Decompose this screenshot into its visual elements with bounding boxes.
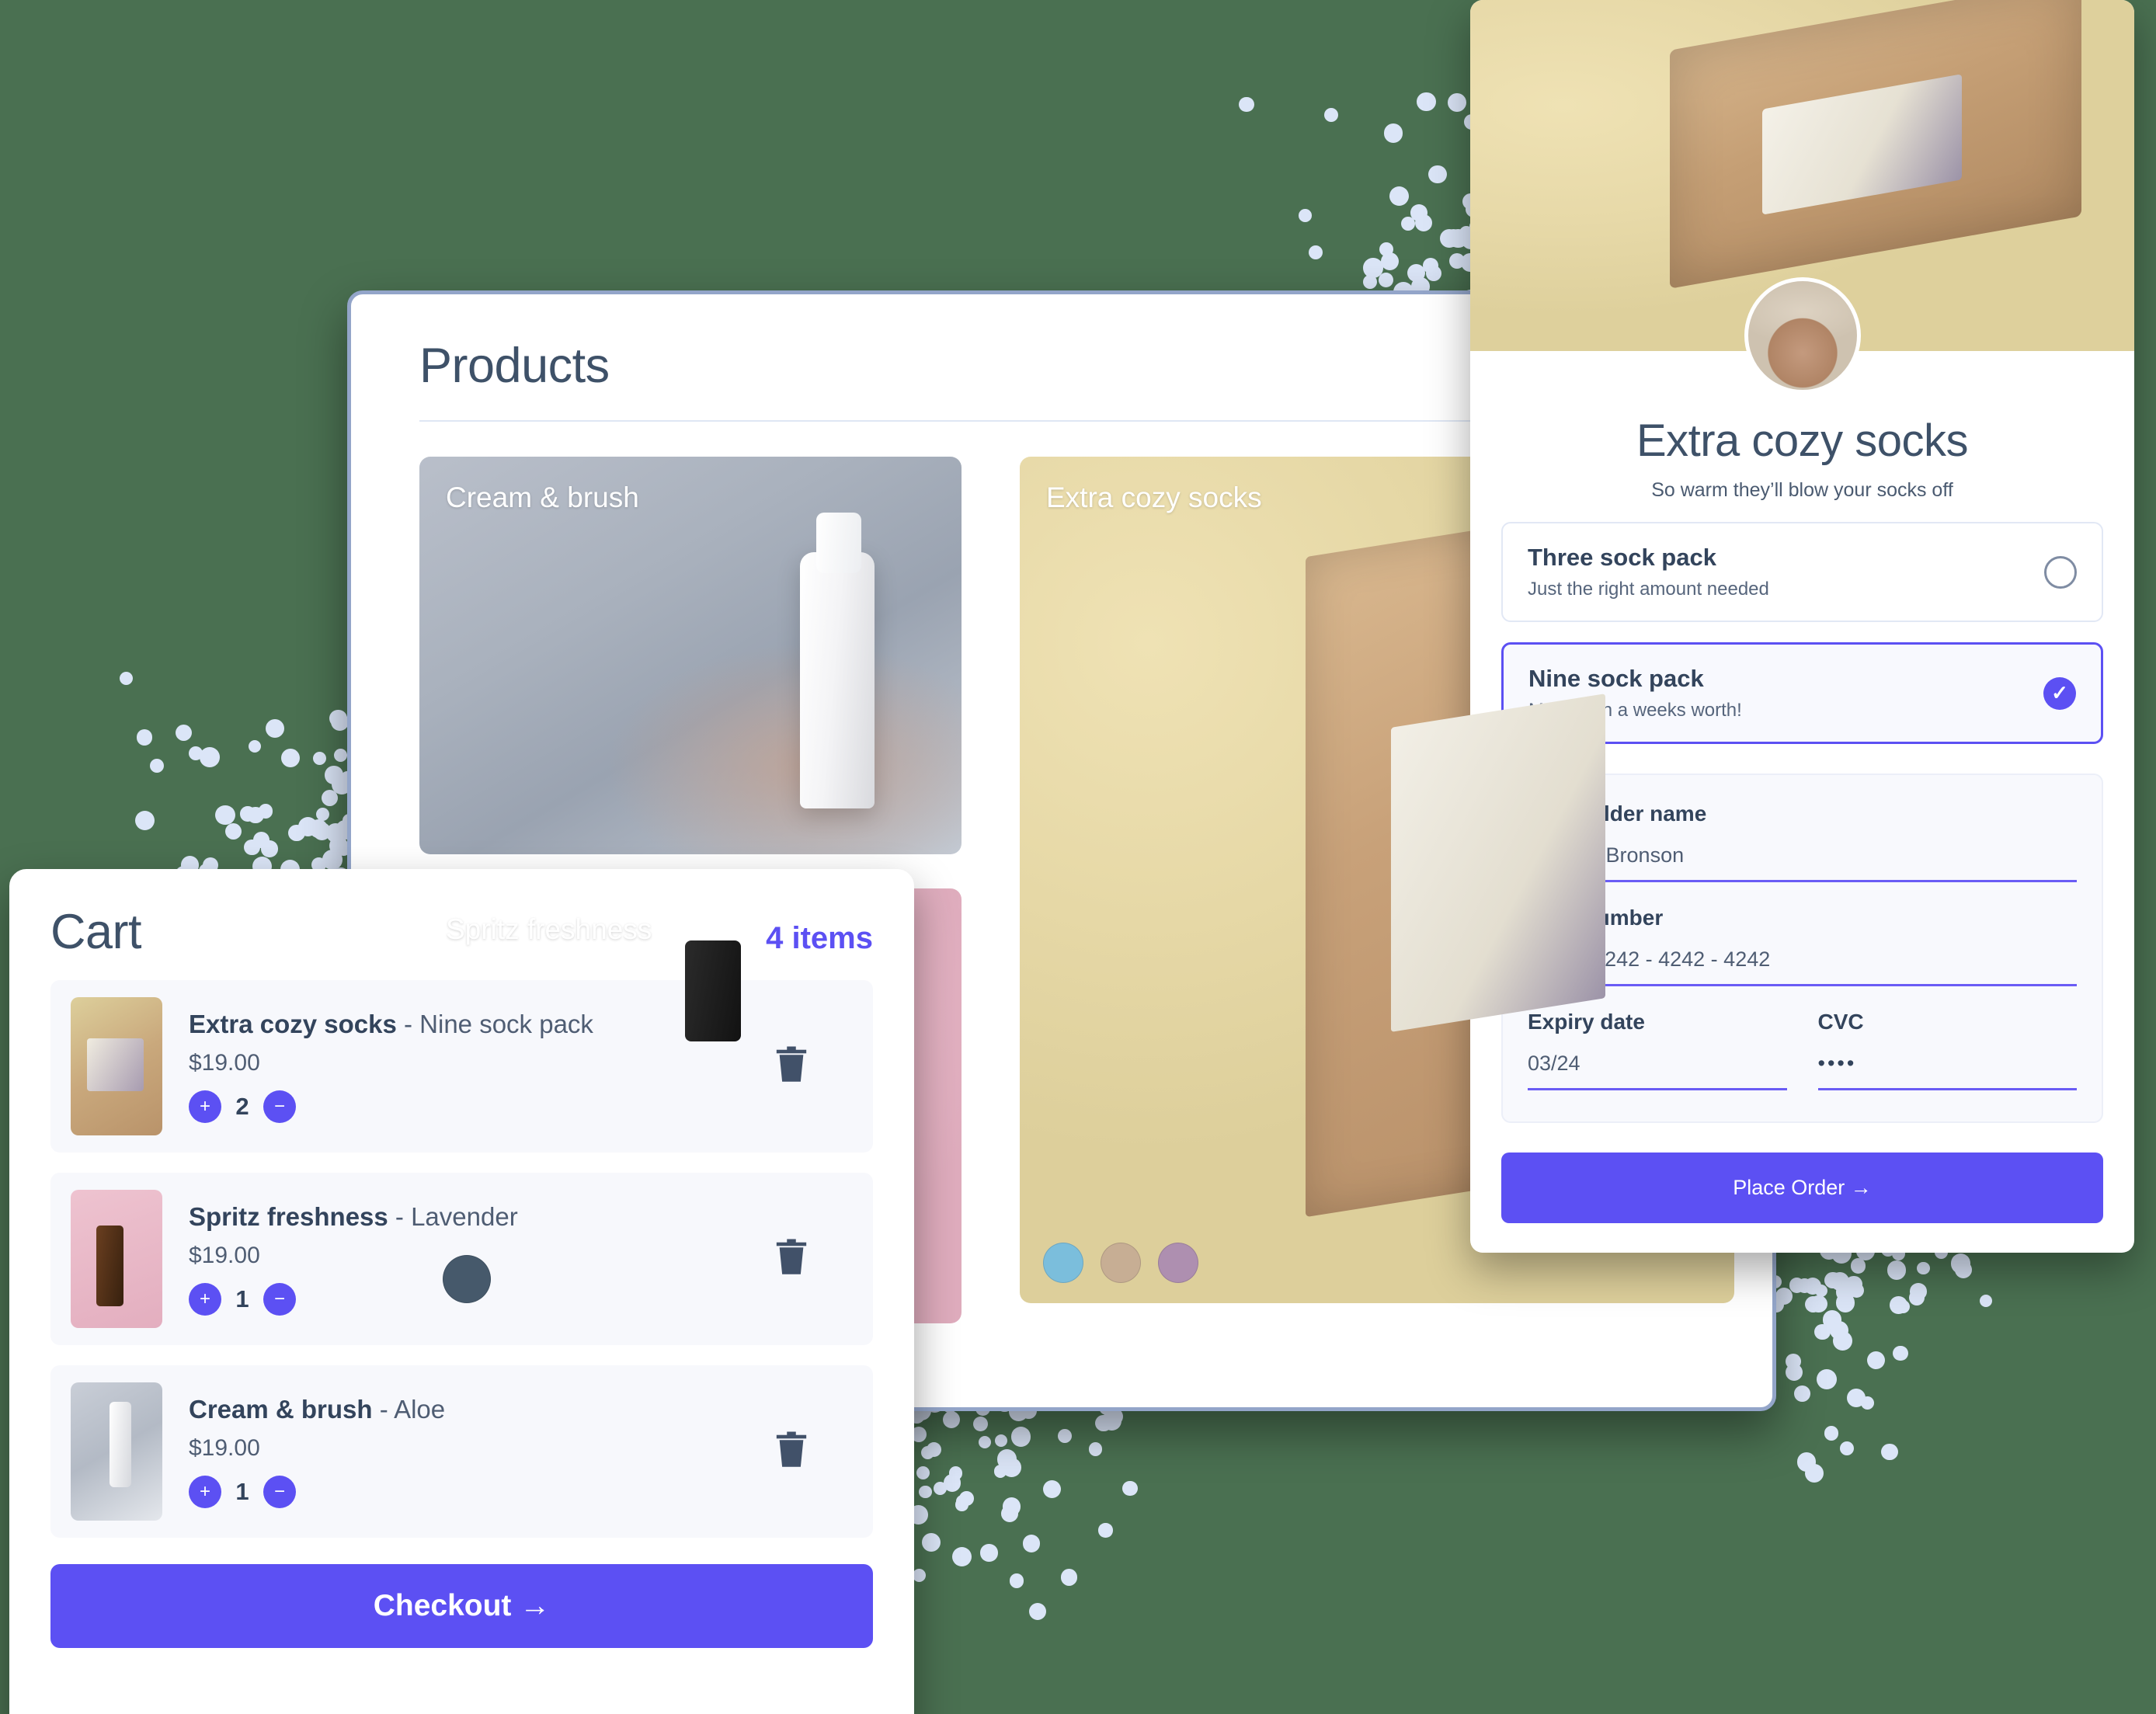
increase-quantity-button[interactable]: +	[189, 1476, 221, 1508]
cardholder-name-field[interactable]: Cardholder name Charles Bronson	[1528, 801, 2077, 882]
place-order-button[interactable]: Place Order →	[1501, 1153, 2103, 1223]
cart-item-product: Spritz freshness	[189, 1202, 388, 1231]
trash-icon[interactable]	[774, 1045, 809, 1089]
expiry-date-value: 03/24	[1528, 1052, 1580, 1075]
decorative-dots-bottom-right	[1768, 1236, 2004, 1483]
cart-line-item: Cream & brush - Aloe $19.00 + 1 −	[50, 1365, 873, 1538]
field-underline	[1528, 984, 2077, 986]
card-number-field[interactable]: Card number 4242 - 4242 - 4242 - 4242	[1528, 906, 2077, 986]
cart-item-variant: - Nine sock pack	[396, 1010, 593, 1038]
cvc-label: CVC	[1817, 1010, 1864, 1034]
cvc-field[interactable]: CVC ••••	[1817, 1010, 2077, 1090]
field-underline	[1528, 880, 2077, 882]
checkout-product-subtitle: So warm they’ll blow your socks off	[1651, 479, 1953, 501]
quantity-value: 2	[235, 1093, 249, 1120]
cart-item-thumbnail	[71, 1190, 162, 1328]
cardholder-name-value: Charles Bronson	[1528, 843, 1685, 867]
cart-item-name: Spritz freshness - Lavender	[189, 1202, 853, 1232]
option-name: Three sock pack	[1528, 544, 1716, 571]
decrease-quantity-button[interactable]: −	[263, 1090, 296, 1123]
cart-item-variant: - Lavender	[388, 1202, 518, 1231]
checkout-button[interactable]: Checkout →	[50, 1564, 873, 1648]
product-card-title: Spritz freshness	[446, 913, 652, 946]
product-card-cream-and-brush[interactable]: Cream & brush	[419, 457, 962, 855]
color-swatch-blue[interactable]	[1043, 1243, 1083, 1284]
increase-quantity-button[interactable]: +	[189, 1090, 221, 1123]
expiry-date-field[interactable]: Expiry date 03/24	[1528, 1010, 1787, 1090]
cart-item-product: Extra cozy socks	[189, 1010, 397, 1038]
product-hero-image	[1470, 0, 2134, 394]
cart-item-price: $19.00	[189, 1050, 260, 1076]
cart-item-count: 4 items	[766, 921, 873, 955]
cart-item-thumbnail	[71, 997, 162, 1135]
field-underline	[1817, 1088, 2077, 1090]
quantity-stepper: + 2 −	[189, 1090, 853, 1123]
checkout-product-title: Extra cozy socks	[1636, 415, 1969, 466]
quantity-stepper: + 1 −	[189, 1476, 853, 1508]
radio-checked-icon[interactable]: ✓	[2043, 676, 2076, 710]
card-number-value: 4242 - 4242 - 4242 - 4242	[1528, 947, 1771, 971]
trash-icon[interactable]	[774, 1237, 809, 1281]
cart-item-thumbnail	[71, 1382, 162, 1521]
color-swatch-slate[interactable]	[443, 1255, 491, 1304]
expiry-cvc-row: Expiry date 03/24 CVC ••••	[1528, 1010, 2077, 1090]
cart-item-product: Cream & brush	[189, 1395, 373, 1424]
decrease-quantity-button[interactable]: −	[263, 1476, 296, 1508]
option-description: Just the right amount needed	[1528, 579, 1769, 600]
checkout-panel: Extra cozy socks So warm they’ll blow yo…	[1470, 0, 2134, 1253]
quantity-value: 1	[235, 1285, 249, 1312]
cvc-value: ••••	[1817, 1052, 1857, 1075]
cart-item-name: Extra cozy socks - Nine sock pack	[189, 1010, 853, 1039]
product-card-title: Extra cozy socks	[1046, 482, 1262, 514]
quantity-stepper: + 1 −	[189, 1283, 853, 1316]
cart-line-item: Extra cozy socks - Nine sock pack $19.00…	[50, 980, 873, 1153]
color-swatch-list	[443, 1255, 491, 1304]
option-name: Nine sock pack	[1528, 665, 1704, 692]
increase-quantity-button[interactable]: +	[189, 1283, 221, 1316]
expiry-date-label: Expiry date	[1528, 1010, 1645, 1034]
radio-unchecked-icon[interactable]	[2044, 555, 2077, 589]
color-swatch-list	[1043, 1243, 1198, 1284]
trash-icon[interactable]	[774, 1430, 809, 1474]
quantity-value: 1	[235, 1478, 249, 1505]
cardholder-name-label: Cardholder name	[1528, 801, 1707, 826]
decrease-quantity-button[interactable]: −	[263, 1283, 296, 1316]
cart-title: Cart	[50, 905, 142, 959]
color-swatch-tan[interactable]	[1101, 1243, 1141, 1284]
product-card-title: Cream & brush	[446, 482, 639, 514]
card-number-label: Card number	[1528, 906, 2077, 930]
option-three-sock-pack[interactable]: Three sock pack Just the right amount ne…	[1501, 522, 2103, 622]
cart-item-variant: - Aloe	[372, 1395, 446, 1424]
field-underline	[1528, 1088, 1787, 1090]
cart-item-price: $19.00	[189, 1243, 260, 1268]
decorative-dots-left	[116, 668, 356, 908]
avatar	[1744, 277, 1861, 394]
color-swatch-mauve[interactable]	[1158, 1243, 1198, 1284]
cart-item-price: $19.00	[189, 1435, 260, 1461]
cart-item-name: Cream & brush - Aloe	[189, 1395, 853, 1424]
